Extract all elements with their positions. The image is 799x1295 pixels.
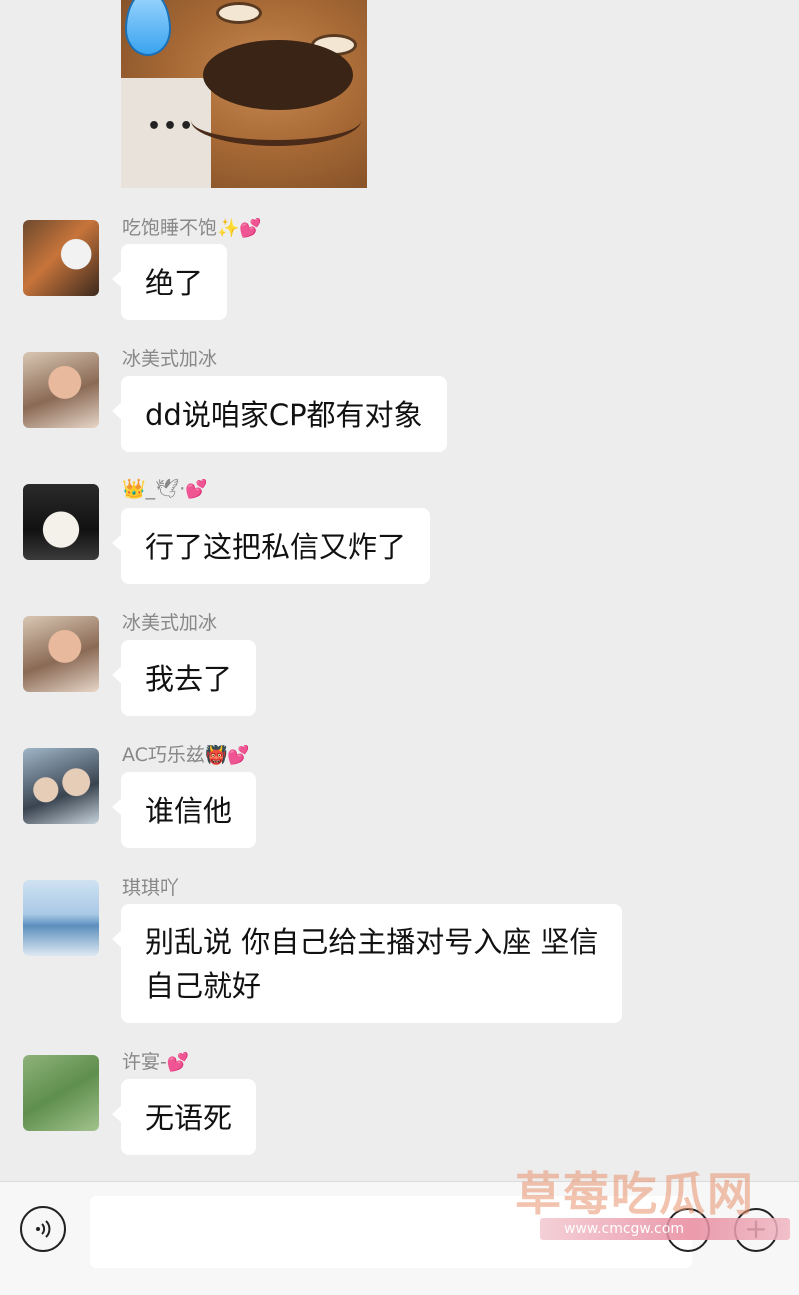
- watermark-url: www.cmcgw.com: [540, 1218, 790, 1240]
- sticker-image[interactable]: •••: [121, 0, 367, 188]
- sender-name: 琪琪吖: [122, 877, 180, 899]
- avatar[interactable]: [23, 352, 99, 428]
- sweat-drop-icon: [125, 0, 171, 56]
- sender-name: AC巧乐兹👹💕: [122, 744, 250, 766]
- message-bubble[interactable]: 行了这把私信又炸了: [111, 508, 431, 584]
- sticker-left-eye: [216, 2, 262, 24]
- sender-name: 冰美式加冰: [122, 612, 218, 634]
- avatar[interactable]: [23, 484, 99, 560]
- watermark-text: 草莓吃瓜网: [515, 1167, 755, 1221]
- voice-wave-icon: [36, 1220, 51, 1238]
- sender-name: 👑_🕊·💕: [122, 478, 208, 500]
- voice-icon[interactable]: [20, 1206, 66, 1252]
- avatar[interactable]: [23, 616, 99, 692]
- avatar[interactable]: [23, 880, 99, 956]
- sender-name: 吃饱睡不饱✨💕: [122, 217, 262, 239]
- message-bubble[interactable]: 绝了: [111, 244, 228, 320]
- message-bubble[interactable]: 我去了: [111, 640, 257, 716]
- sender-name: 许宴-💕: [122, 1051, 190, 1073]
- message-bubble[interactable]: 谁信他: [111, 772, 257, 848]
- message-text-line: 自己就好: [145, 969, 262, 1003]
- sender-name: 冰美式加冰: [122, 348, 218, 370]
- sticker-overlay-text: •••: [147, 114, 196, 139]
- avatar[interactable]: [23, 220, 99, 296]
- message-bubble[interactable]: dd说咱家CP都有对象: [112, 376, 447, 452]
- message-bubble[interactable]: 无语死: [111, 1079, 257, 1155]
- avatar[interactable]: [23, 1055, 99, 1131]
- message-text-line: 别乱说 你自己给主播对号入座 坚信: [145, 925, 599, 959]
- message-bubble[interactable]: 别乱说 你自己给主播对号入座 坚信 自己就好: [111, 904, 623, 1023]
- avatar[interactable]: [23, 748, 99, 824]
- sticker-mouth: [191, 95, 361, 146]
